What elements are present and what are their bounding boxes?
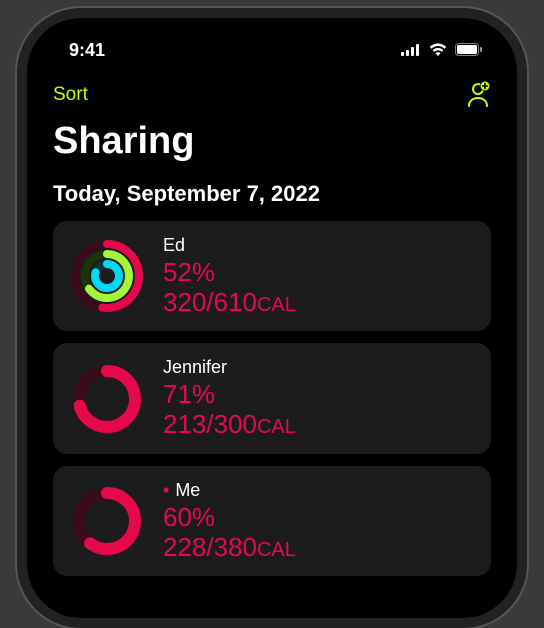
card-info: Ed 52% 320/610CAL [163, 235, 296, 317]
percent-value: 60% [163, 503, 296, 533]
percent-value: 52% [163, 258, 296, 288]
person-name: •Me [163, 480, 296, 501]
battery-icon [455, 40, 483, 61]
card-info: Jennifer 71% 213/300CAL [163, 357, 296, 439]
sort-button[interactable]: Sort [53, 84, 88, 106]
notch [182, 18, 362, 52]
add-person-icon [461, 81, 491, 107]
nav-row: Sort [27, 68, 517, 114]
person-name: Jennifer [163, 357, 296, 378]
add-person-button[interactable] [461, 80, 491, 110]
me-indicator-dot: • [163, 480, 169, 500]
percent-value: 71% [163, 380, 296, 410]
card-info: •Me 60% 228/380CAL [163, 480, 296, 562]
calorie-progress: 228/380CAL [163, 533, 296, 563]
activity-rings-icon [71, 485, 143, 557]
sharing-card[interactable]: Jennifer 71% 213/300CAL [53, 343, 491, 453]
sharing-card[interactable]: •Me 60% 228/380CAL [53, 466, 491, 576]
phone-frame: 9:41 Sort Sha [17, 8, 527, 628]
cellular-icon [401, 40, 421, 61]
calorie-progress: 213/300CAL [163, 410, 296, 440]
calorie-progress: 320/610CAL [163, 288, 296, 318]
wifi-icon [429, 40, 447, 61]
person-name: Ed [163, 235, 296, 256]
status-time: 9:41 [69, 40, 105, 61]
activity-rings-icon [71, 240, 143, 312]
date-header: Today, September 7, 2022 [27, 181, 517, 221]
status-icons [401, 40, 483, 61]
page-title: Sharing [27, 114, 517, 181]
sharing-list: Ed 52% 320/610CAL Jennifer 71% 213/300CA… [27, 221, 517, 576]
activity-rings-icon [71, 363, 143, 435]
sharing-card[interactable]: Ed 52% 320/610CAL [53, 221, 491, 331]
